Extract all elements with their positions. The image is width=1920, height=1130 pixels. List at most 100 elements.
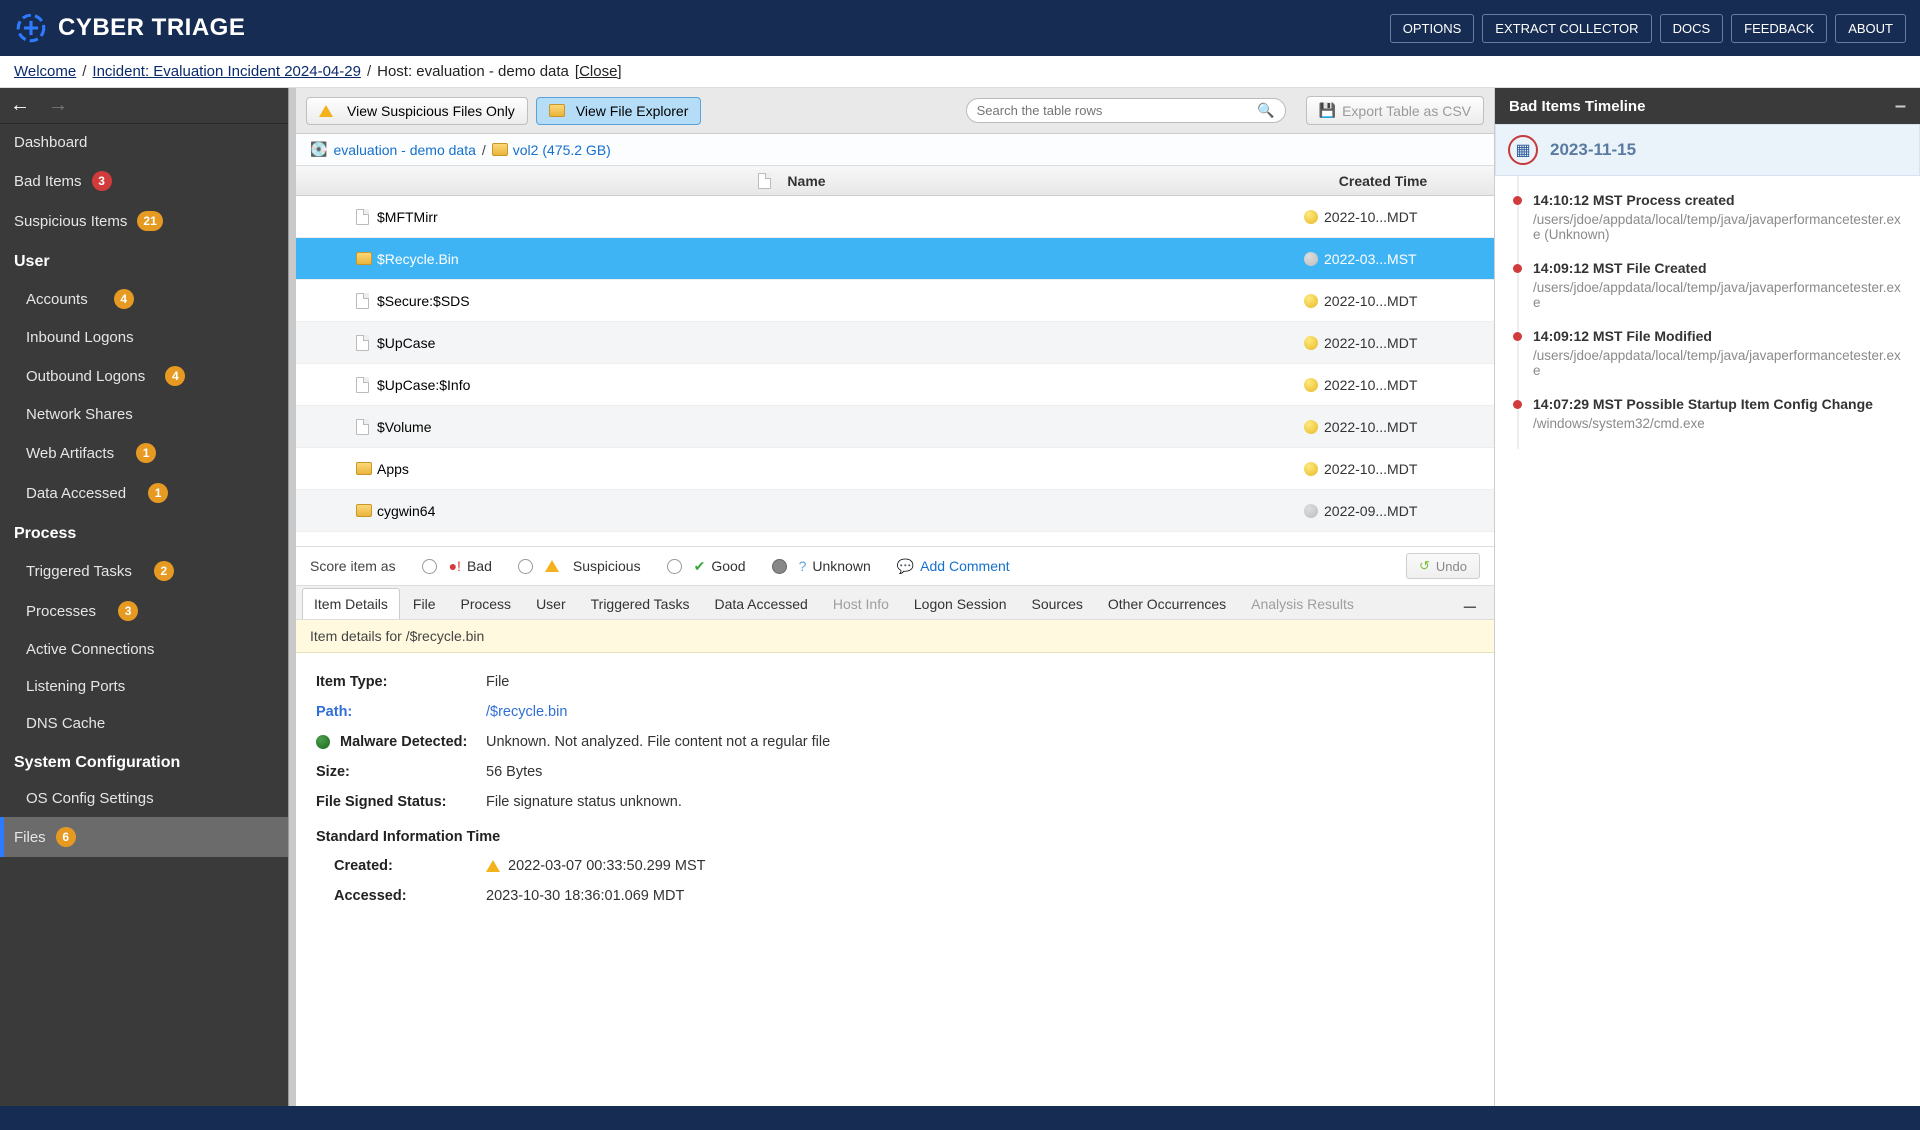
detail-value: 2022-03-07 00:33:50.299 MST bbox=[486, 858, 706, 874]
sidebar-suspicious-items[interactable]: Suspicious Items21 bbox=[0, 201, 296, 241]
table-row[interactable]: $MFTMirr 2022-10...MDT bbox=[296, 196, 1494, 238]
tab-triggered-tasks[interactable]: Triggered Tasks bbox=[579, 588, 702, 619]
sidebar-resize-handle[interactable] bbox=[288, 88, 296, 1106]
sidebar-bad-items[interactable]: Bad Items3 bbox=[0, 161, 296, 201]
search-input[interactable] bbox=[977, 103, 1258, 118]
status-dot bbox=[1304, 462, 1318, 476]
sidebar-web-artifacts[interactable]: Web Artifacts1 bbox=[0, 433, 296, 473]
add-comment-link[interactable]: 💬Add Comment bbox=[897, 558, 1010, 575]
path-volume[interactable]: vol2 (475.2 GB) bbox=[513, 142, 611, 158]
minimize-icon[interactable]: – bbox=[1895, 95, 1906, 118]
sidebar: ← → Dashboard Bad Items3 Suspicious Item… bbox=[0, 88, 296, 1106]
undo-button[interactable]: ↺Undo bbox=[1406, 553, 1480, 579]
score-suspicious[interactable]: Suspicious bbox=[518, 558, 641, 574]
sidebar-triggered-tasks[interactable]: Triggered Tasks2 bbox=[0, 551, 296, 591]
sidebar-active-connections[interactable]: Active Connections bbox=[0, 631, 296, 668]
sidebar-accounts[interactable]: Accounts4 bbox=[0, 279, 296, 319]
tab-data-accessed[interactable]: Data Accessed bbox=[702, 588, 819, 619]
detail-key: Accessed: bbox=[316, 888, 486, 904]
tab-sources[interactable]: Sources bbox=[1020, 588, 1095, 619]
table-search[interactable]: 🔍 bbox=[966, 98, 1286, 123]
sidebar-outbound-logons[interactable]: Outbound Logons4 bbox=[0, 356, 296, 396]
crumb-incident[interactable]: Incident: Evaluation Incident 2024-04-29 bbox=[92, 63, 361, 80]
table-row[interactable]: $UpCase2022-10...MDT bbox=[296, 322, 1494, 364]
crumb-close[interactable]: [Close] bbox=[575, 63, 622, 80]
tab-user[interactable]: User bbox=[524, 588, 578, 619]
feedback-button[interactable]: FEEDBACK bbox=[1731, 14, 1827, 43]
tab-item-details[interactable]: Item Details bbox=[302, 588, 400, 619]
detail-path-link[interactable]: /$recycle.bin bbox=[486, 704, 567, 720]
tab-process[interactable]: Process bbox=[448, 588, 523, 619]
folder-icon bbox=[356, 252, 372, 265]
sidebar-processes[interactable]: Processes3 bbox=[0, 591, 296, 631]
center-panel: View Suspicious Files Only View File Exp… bbox=[296, 88, 1495, 1106]
export-csv-button[interactable]: 💾 Export Table as CSV bbox=[1306, 96, 1484, 125]
table-row[interactable]: Dell2022-03...MDT bbox=[296, 532, 1494, 546]
file-name: $MFTMirr bbox=[377, 209, 438, 225]
sidebar-listening-ports[interactable]: Listening Ports bbox=[0, 668, 296, 705]
docs-button[interactable]: DOCS bbox=[1660, 14, 1724, 43]
nav-back-icon[interactable]: ← bbox=[10, 94, 30, 117]
check-icon: ✔ bbox=[694, 558, 706, 575]
sidebar-dns-cache[interactable]: DNS Cache bbox=[0, 705, 296, 742]
export-icon: 💾 bbox=[1319, 102, 1336, 119]
column-created[interactable]: Created Time bbox=[1288, 173, 1478, 189]
timeline-item[interactable]: 14:07:29 MST Possible Startup Item Confi… bbox=[1525, 388, 1906, 441]
sidebar-files[interactable]: Files6 bbox=[0, 817, 296, 857]
warning-icon bbox=[319, 105, 333, 117]
nav-forward-icon[interactable]: → bbox=[48, 94, 68, 117]
search-icon[interactable]: 🔍 bbox=[1257, 102, 1274, 119]
table-body[interactable]: $MFTMirr 2022-10...MDT $Recycle.Bin2022-03… bbox=[296, 196, 1494, 546]
timeline-item[interactable]: 14:09:12 MST File Created/users/jdoe/app… bbox=[1525, 252, 1906, 320]
detail-key: Item Type: bbox=[316, 674, 486, 690]
score-unknown[interactable]: ?Unknown bbox=[772, 558, 871, 574]
detail-value: 2023-10-30 18:36:01.069 MDT bbox=[486, 888, 684, 904]
sidebar-inbound-logons[interactable]: Inbound Logons bbox=[0, 319, 296, 356]
tab-logon-session[interactable]: Logon Session bbox=[902, 588, 1019, 619]
sidebar-data-accessed[interactable]: Data Accessed1 bbox=[0, 473, 296, 513]
button-label: View Suspicious Files Only bbox=[347, 103, 515, 119]
status-dot bbox=[1304, 504, 1318, 518]
table-row[interactable]: Apps2022-10...MDT bbox=[296, 448, 1494, 490]
timeline-item-detail: /windows/system32/cmd.exe bbox=[1533, 416, 1906, 431]
path-root[interactable]: evaluation - demo data bbox=[333, 142, 475, 158]
score-bad[interactable]: ●!Bad bbox=[422, 558, 492, 574]
table-row[interactable]: $UpCase:$Info2022-10...MDT bbox=[296, 364, 1494, 406]
sidebar-item-label: Inbound Logons bbox=[26, 329, 134, 346]
timeline-list: 14:10:12 MST Process created/users/jdoe/… bbox=[1495, 176, 1920, 449]
file-name: Apps bbox=[377, 461, 409, 477]
tab-other-occurrences[interactable]: Other Occurrences bbox=[1096, 588, 1238, 619]
table-row[interactable]: $Recycle.Bin2022-03...MST bbox=[296, 238, 1494, 280]
crumb-welcome[interactable]: Welcome bbox=[14, 63, 76, 80]
timeline-item[interactable]: 14:10:12 MST Process created/users/jdoe/… bbox=[1525, 184, 1906, 252]
about-button[interactable]: ABOUT bbox=[1835, 14, 1906, 43]
sidebar-item-label: Triggered Tasks bbox=[26, 563, 132, 580]
view-file-explorer-button[interactable]: View File Explorer bbox=[536, 97, 702, 125]
table-row[interactable]: cygwin642022-09...MDT bbox=[296, 490, 1494, 532]
timeline-item-title: 14:09:12 MST File Modified bbox=[1533, 328, 1906, 344]
sidebar-os-config[interactable]: OS Config Settings bbox=[0, 780, 296, 817]
globe-icon bbox=[316, 735, 330, 749]
sidebar-network-shares[interactable]: Network Shares bbox=[0, 396, 296, 433]
table-row[interactable]: $Volume2022-10...MDT bbox=[296, 406, 1494, 448]
file-icon bbox=[356, 377, 369, 393]
sidebar-dashboard[interactable]: Dashboard bbox=[0, 124, 296, 161]
sidebar-group-system: System Configuration bbox=[0, 742, 296, 780]
timeline-item[interactable]: 14:09:12 MST File Modified/users/jdoe/ap… bbox=[1525, 320, 1906, 388]
detail-tabs: Item DetailsFileProcessUserTriggered Tas… bbox=[296, 586, 1494, 620]
timeline-item-title: 14:07:29 MST Possible Startup Item Confi… bbox=[1533, 396, 1906, 412]
timeline-date[interactable]: ▦ 2023-11-15 bbox=[1495, 124, 1920, 176]
file-name: $Recycle.Bin bbox=[377, 251, 459, 267]
extract-collector-button[interactable]: EXTRACT COLLECTOR bbox=[1482, 14, 1651, 43]
created-date: 2022-10...MDT bbox=[1324, 209, 1417, 225]
column-name[interactable]: Name bbox=[787, 173, 825, 189]
options-button[interactable]: OPTIONS bbox=[1390, 14, 1475, 43]
tabs-minimize-icon[interactable]: – bbox=[1452, 593, 1488, 619]
sidebar-group-process: Process bbox=[0, 513, 296, 551]
sidebar-item-label: Listening Ports bbox=[26, 678, 125, 695]
view-suspicious-only-button[interactable]: View Suspicious Files Only bbox=[306, 97, 528, 125]
timeline-item-detail: /users/jdoe/appdata/local/temp/java/java… bbox=[1533, 348, 1906, 378]
table-row[interactable]: $Secure:$SDS2022-10...MDT bbox=[296, 280, 1494, 322]
tab-file[interactable]: File bbox=[401, 588, 448, 619]
score-good[interactable]: ✔Good bbox=[667, 558, 746, 575]
